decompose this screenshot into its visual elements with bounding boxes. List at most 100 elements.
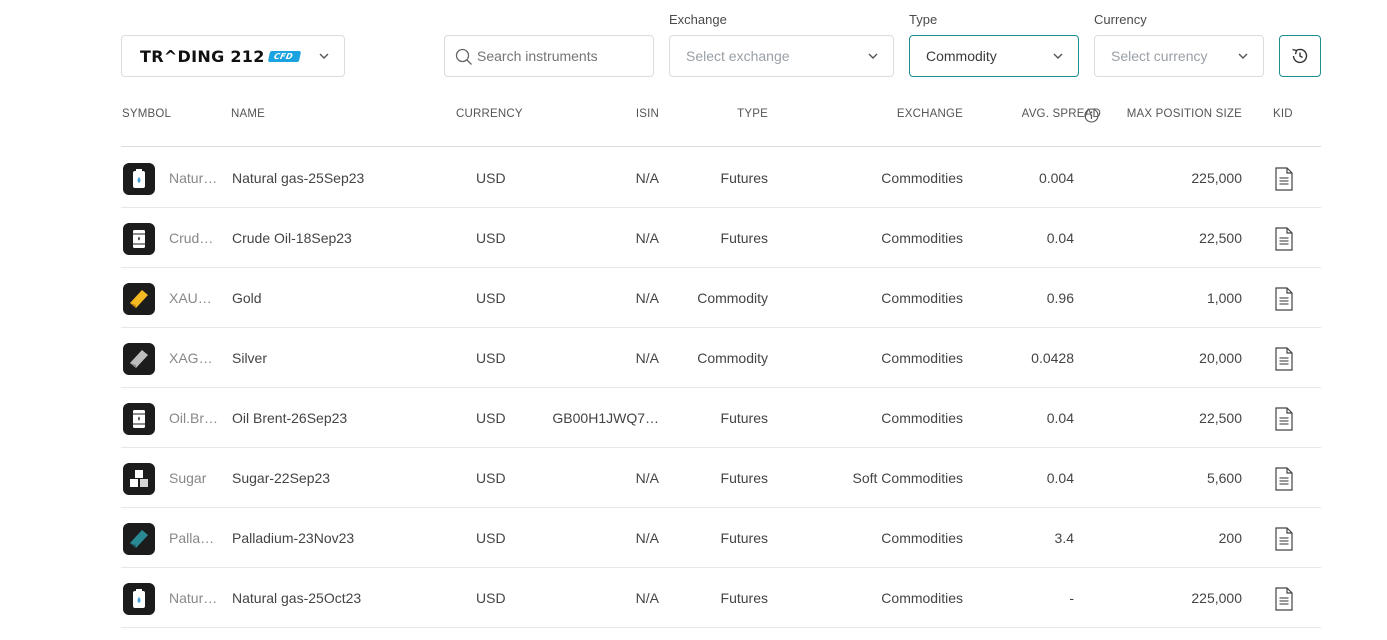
row-spread: 0.04	[1046, 230, 1074, 246]
row-exchange: Commodities	[881, 530, 963, 546]
row-max-position: 5,600	[1206, 470, 1242, 486]
row-spread: 0.0428	[1031, 350, 1074, 366]
exchange-select[interactable]: Select exchange	[669, 35, 894, 77]
col-max-position[interactable]: MAX POSITION SIZE	[1127, 108, 1242, 120]
palladium-bar-icon	[123, 523, 155, 555]
row-max-position: 22,500	[1199, 410, 1242, 426]
row-type: Futures	[720, 410, 768, 426]
row-type: Commodity	[697, 350, 768, 366]
row-symbol: Crude Oil	[169, 230, 221, 246]
row-type: Futures	[720, 230, 768, 246]
exchange-label: Exchange	[669, 12, 727, 27]
row-name: Crude Oil-18Sep23	[232, 230, 352, 246]
table-row[interactable]: XAUUSD Gold USD N/A Commodity Commoditie…	[121, 268, 1321, 328]
document-icon[interactable]	[1274, 587, 1294, 611]
row-exchange: Commodities	[881, 590, 963, 606]
row-spread: 0.04	[1046, 410, 1074, 426]
currency-select[interactable]: Select currency	[1094, 35, 1264, 77]
row-spread: 3.4	[1054, 530, 1074, 546]
search-input[interactable]	[477, 48, 653, 64]
row-symbol: XAGUSD	[169, 350, 221, 366]
silver-bar-icon	[123, 343, 155, 375]
table-row[interactable]: Sugar Sugar-22Sep23 USD N/A Futures Soft…	[121, 448, 1321, 508]
table-row[interactable]: Natural gas Natural gas-25Sep23 USD N/A …	[121, 148, 1321, 208]
row-isin: N/A	[635, 170, 659, 186]
row-symbol: Sugar	[169, 470, 207, 486]
table-row[interactable]: XAGUSD Silver USD N/A Commodity Commodit…	[121, 328, 1321, 388]
row-currency: USD	[476, 170, 506, 186]
row-isin: N/A	[635, 590, 659, 606]
reset-history-icon	[1292, 48, 1308, 64]
row-currency: USD	[476, 350, 506, 366]
sugar-cubes-icon	[123, 463, 155, 495]
col-type[interactable]: TYPE	[737, 108, 768, 120]
row-currency: USD	[476, 290, 506, 306]
row-exchange: Commodities	[881, 410, 963, 426]
row-symbol: Palladium	[169, 530, 221, 546]
col-name[interactable]: NAME	[231, 108, 265, 120]
row-max-position: 225,000	[1191, 170, 1242, 186]
row-type: Futures	[720, 470, 768, 486]
table-header: SYMBOL NAME CURRENCY ISIN TYPE EXCHANGE …	[121, 108, 1321, 124]
col-isin[interactable]: ISIN	[636, 108, 659, 120]
document-icon[interactable]	[1274, 347, 1294, 371]
type-select[interactable]: Commodity	[909, 35, 1079, 77]
gold-bar-icon	[123, 283, 155, 315]
table-row[interactable]: Crude Oil Crude Oil-18Sep23 USD N/A Futu…	[121, 208, 1321, 268]
document-icon[interactable]	[1274, 407, 1294, 431]
table-row[interactable]: Palladium Palladium-23Nov23 USD N/A Futu…	[121, 508, 1321, 568]
header-divider	[121, 146, 1321, 147]
row-max-position: 20,000	[1199, 350, 1242, 366]
document-icon[interactable]	[1274, 467, 1294, 491]
row-isin: N/A	[635, 470, 659, 486]
row-exchange: Commodities	[881, 230, 963, 246]
row-max-position: 1,000	[1206, 290, 1242, 306]
row-name: Silver	[232, 350, 268, 366]
row-type: Futures	[720, 590, 768, 606]
exchange-placeholder: Select exchange	[686, 48, 790, 64]
row-currency: USD	[476, 470, 506, 486]
chevron-down-icon	[1053, 53, 1063, 59]
row-currency: USD	[476, 230, 506, 246]
chevron-down-icon	[1238, 53, 1248, 59]
col-currency[interactable]: CURRENCY	[456, 108, 523, 120]
row-isin: GB00H1JWQ7…	[552, 410, 659, 426]
type-label: Type	[909, 12, 938, 27]
table-row[interactable]: Natural gas Natural gas-25Oct23 USD N/A …	[121, 568, 1321, 628]
cfd-badge: CFD	[267, 50, 301, 62]
col-symbol[interactable]: SYMBOL	[122, 108, 171, 120]
gas-icon	[123, 583, 155, 615]
row-name: Gold	[232, 290, 262, 306]
chevron-down-icon	[868, 53, 878, 59]
row-name: Natural gas-25Sep23	[232, 170, 365, 186]
row-spread: 0.96	[1046, 290, 1074, 306]
row-isin: N/A	[635, 350, 659, 366]
row-exchange: Commodities	[881, 350, 963, 366]
row-exchange: Soft Commodities	[852, 470, 963, 486]
row-name: Natural gas-25Oct23	[232, 590, 362, 606]
row-name: Oil Brent-26Sep23	[232, 410, 348, 426]
row-max-position: 200	[1218, 530, 1242, 546]
type-value: Commodity	[926, 48, 997, 64]
platform-selector[interactable]: TR^DING 212 CFD	[121, 35, 345, 77]
row-currency: USD	[476, 590, 506, 606]
reset-filters-button[interactable]	[1279, 35, 1321, 77]
row-type: Futures	[720, 530, 768, 546]
row-spread: 0.04	[1046, 470, 1074, 486]
gas-icon	[123, 163, 155, 195]
row-name: Sugar-22Sep23	[232, 470, 331, 486]
row-max-position: 225,000	[1191, 590, 1242, 606]
document-icon[interactable]	[1274, 527, 1294, 551]
row-spread: -	[1069, 590, 1074, 606]
search-box[interactable]	[444, 35, 654, 77]
row-exchange: Commodities	[881, 290, 963, 306]
document-icon[interactable]	[1274, 287, 1294, 311]
row-exchange: Commodities	[881, 170, 963, 186]
document-icon[interactable]	[1274, 167, 1294, 191]
table-row[interactable]: Oil.Brent Oil Brent-26Sep23 USD GB00H1JW…	[121, 388, 1321, 448]
row-currency: USD	[476, 530, 506, 546]
col-exchange[interactable]: EXCHANGE	[897, 108, 963, 120]
document-icon[interactable]	[1274, 227, 1294, 251]
info-icon[interactable]	[1084, 108, 1099, 123]
row-symbol: Natural gas	[169, 590, 221, 606]
